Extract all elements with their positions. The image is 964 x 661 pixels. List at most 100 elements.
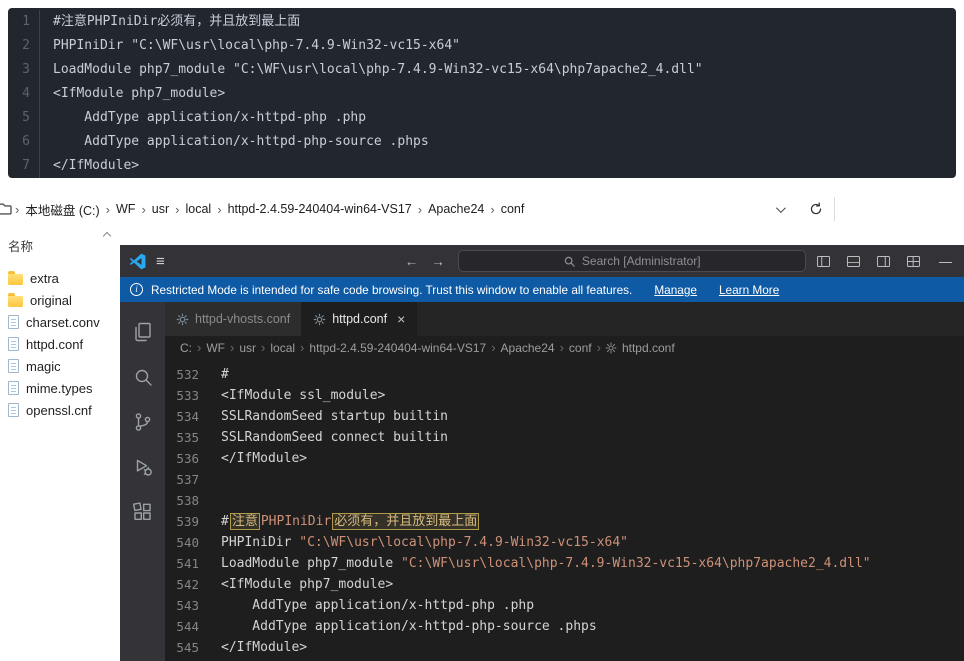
breadcrumb-separator: ›: [193, 340, 205, 355]
file-item[interactable]: original: [8, 289, 118, 311]
line-number: 542: [165, 574, 213, 595]
minimize-icon[interactable]: —: [939, 254, 952, 269]
file-item[interactable]: mime.types: [8, 377, 118, 399]
code-segment: AddType application/x-httpd-php .php: [221, 598, 534, 613]
breadcrumb-separator: ›: [104, 202, 112, 217]
file-item[interactable]: charset.conv: [8, 311, 118, 333]
address-bar-controls: [760, 193, 964, 225]
code-text: PHPIniDir "C:\WF\usr\local\php-7.4.9-Win…: [221, 532, 628, 553]
close-tab-icon[interactable]: ×: [397, 311, 405, 327]
learn-more-link[interactable]: Learn More: [719, 283, 779, 297]
explorer-address-bar: ›本地磁盘 (C:)›WF›usr›local›httpd-2.4.59-240…: [0, 193, 964, 225]
breadcrumb-item[interactable]: conf: [568, 341, 593, 355]
breadcrumb-item[interactable]: local: [269, 341, 296, 355]
code-segment: SSLRandomSeed connect builtin: [221, 430, 448, 445]
folder-icon: [8, 296, 23, 307]
snippet-code-text: AddType application/x-httpd-php .php: [40, 106, 366, 130]
file-item[interactable]: openssl.cnf: [8, 399, 118, 421]
breadcrumb-item[interactable]: usr: [148, 199, 173, 219]
code-editor[interactable]: 532#533<IfModule ssl_module>534SSLRandom…: [165, 359, 964, 661]
file-name: openssl.cnf: [26, 403, 92, 418]
file-item[interactable]: magic: [8, 355, 118, 377]
code-segment: SSLRandomSeed startup builtin: [221, 409, 448, 424]
forward-arrow-icon[interactable]: →: [431, 254, 445, 269]
snippet-line: 6 AddType application/x-httpd-php-source…: [8, 130, 956, 154]
snippet-code-text: <IfModule php7_module>: [40, 82, 225, 106]
column-header-name[interactable]: 名称: [8, 236, 118, 267]
editor-tab[interactable]: httpd.conf×: [302, 302, 417, 336]
file-icon: [8, 359, 19, 373]
breadcrumb-separator: ›: [296, 340, 308, 355]
explorer-search-box[interactable]: [834, 197, 964, 221]
titlebar-center: ← → Search [Administrator]: [405, 250, 806, 272]
vscode-main: httpd-vhosts.confhttpd.conf× C:›WF›usr›l…: [120, 302, 964, 661]
breadcrumb-item[interactable]: WF: [205, 341, 226, 355]
run-debug-icon[interactable]: [131, 455, 155, 479]
line-number: 537: [165, 469, 213, 490]
snippet-lines: 1#注意PHPIniDir必须有，并且放到最上面2PHPIniDir "C:\W…: [8, 10, 956, 178]
line-number: 533: [165, 385, 213, 406]
layout-sidebar-right-icon[interactable]: [875, 253, 892, 270]
layout-panel-icon[interactable]: [845, 253, 862, 270]
back-arrow-icon[interactable]: ←: [405, 254, 419, 269]
address-dropdown-chevron-icon[interactable]: [760, 206, 798, 213]
search-box-text: Search [Administrator]: [582, 254, 701, 268]
code-segment: #: [221, 514, 229, 529]
search-icon[interactable]: [131, 365, 155, 389]
file-name: mime.types: [26, 381, 92, 396]
breadcrumb-item[interactable]: Apache24: [500, 341, 556, 355]
folder-location-icon: [0, 201, 13, 217]
breadcrumb-item[interactable]: WF: [112, 199, 139, 219]
code-segment: "C:\WF\usr\local\php-7.4.9-Win32-vc15-x6…: [401, 556, 871, 571]
layout-customize-icon[interactable]: [905, 253, 922, 270]
code-line: 532#: [165, 364, 964, 385]
breadcrumb-separator: ›: [215, 202, 223, 217]
breadcrumb-separator: ›: [173, 202, 181, 217]
line-number: 545: [165, 637, 213, 658]
breadcrumb-item[interactable]: C:: [179, 341, 193, 355]
gear-file-icon: [176, 313, 189, 326]
file-item[interactable]: httpd.conf: [8, 333, 118, 355]
breadcrumb-item[interactable]: httpd-2.4.59-240404-win64-VS17: [224, 199, 416, 219]
explorer-icon[interactable]: [131, 320, 155, 344]
snippet-line-number: 2: [8, 34, 40, 58]
file-item[interactable]: extra: [8, 267, 118, 289]
code-line: 538: [165, 490, 964, 511]
snippet-line: 7</IfModule>: [8, 154, 956, 178]
editor-tab[interactable]: httpd-vhosts.conf: [165, 302, 302, 336]
layout-sidebar-left-icon[interactable]: [815, 253, 832, 270]
code-text: LoadModule php7_module "C:\WF\usr\local\…: [221, 553, 871, 574]
refresh-icon[interactable]: [798, 202, 834, 216]
manage-link[interactable]: Manage: [654, 283, 697, 297]
source-control-icon[interactable]: [131, 410, 155, 434]
file-icon: [8, 403, 19, 417]
breadcrumb-separator: ›: [487, 340, 499, 355]
breadcrumb-item[interactable]: usr: [238, 341, 257, 355]
code-line: 544 AddType application/x-httpd-php-sour…: [165, 616, 964, 637]
breadcrumb-item[interactable]: Apache24: [424, 199, 488, 219]
menu-hamburger-icon[interactable]: ≡: [156, 253, 165, 270]
code-line: 545 </IfModule>: [165, 637, 964, 658]
gear-file-icon: [313, 313, 326, 326]
code-segment: 注意: [230, 513, 260, 530]
code-segment: </IfModule>: [221, 451, 307, 466]
breadcrumb-item[interactable]: httpd-2.4.59-240404-win64-VS17: [308, 341, 487, 355]
file-icon: [8, 315, 19, 329]
breadcrumb-item[interactable]: conf: [497, 199, 529, 219]
code-line: 537: [165, 469, 964, 490]
breadcrumb-separator: ›: [593, 340, 605, 355]
extensions-icon[interactable]: [131, 500, 155, 524]
activity-bar: [120, 302, 165, 661]
code-line: 533<IfModule ssl_module>: [165, 385, 964, 406]
line-number: 536: [165, 448, 213, 469]
command-search-box[interactable]: Search [Administrator]: [458, 250, 806, 272]
code-segment: </IfModule>: [221, 640, 307, 655]
breadcrumb-item[interactable]: 本地磁盘 (C:): [21, 197, 103, 222]
code-segment: AddType application/x-httpd-php-source .…: [221, 619, 597, 634]
sort-ascending-icon: [103, 232, 111, 240]
breadcrumb-item[interactable]: httpd.conf: [621, 341, 676, 355]
line-number: 532: [165, 364, 213, 385]
folder-icon: [8, 274, 23, 285]
banner-message: Restricted Mode is intended for safe cod…: [151, 283, 632, 297]
breadcrumb-item[interactable]: local: [182, 199, 216, 219]
